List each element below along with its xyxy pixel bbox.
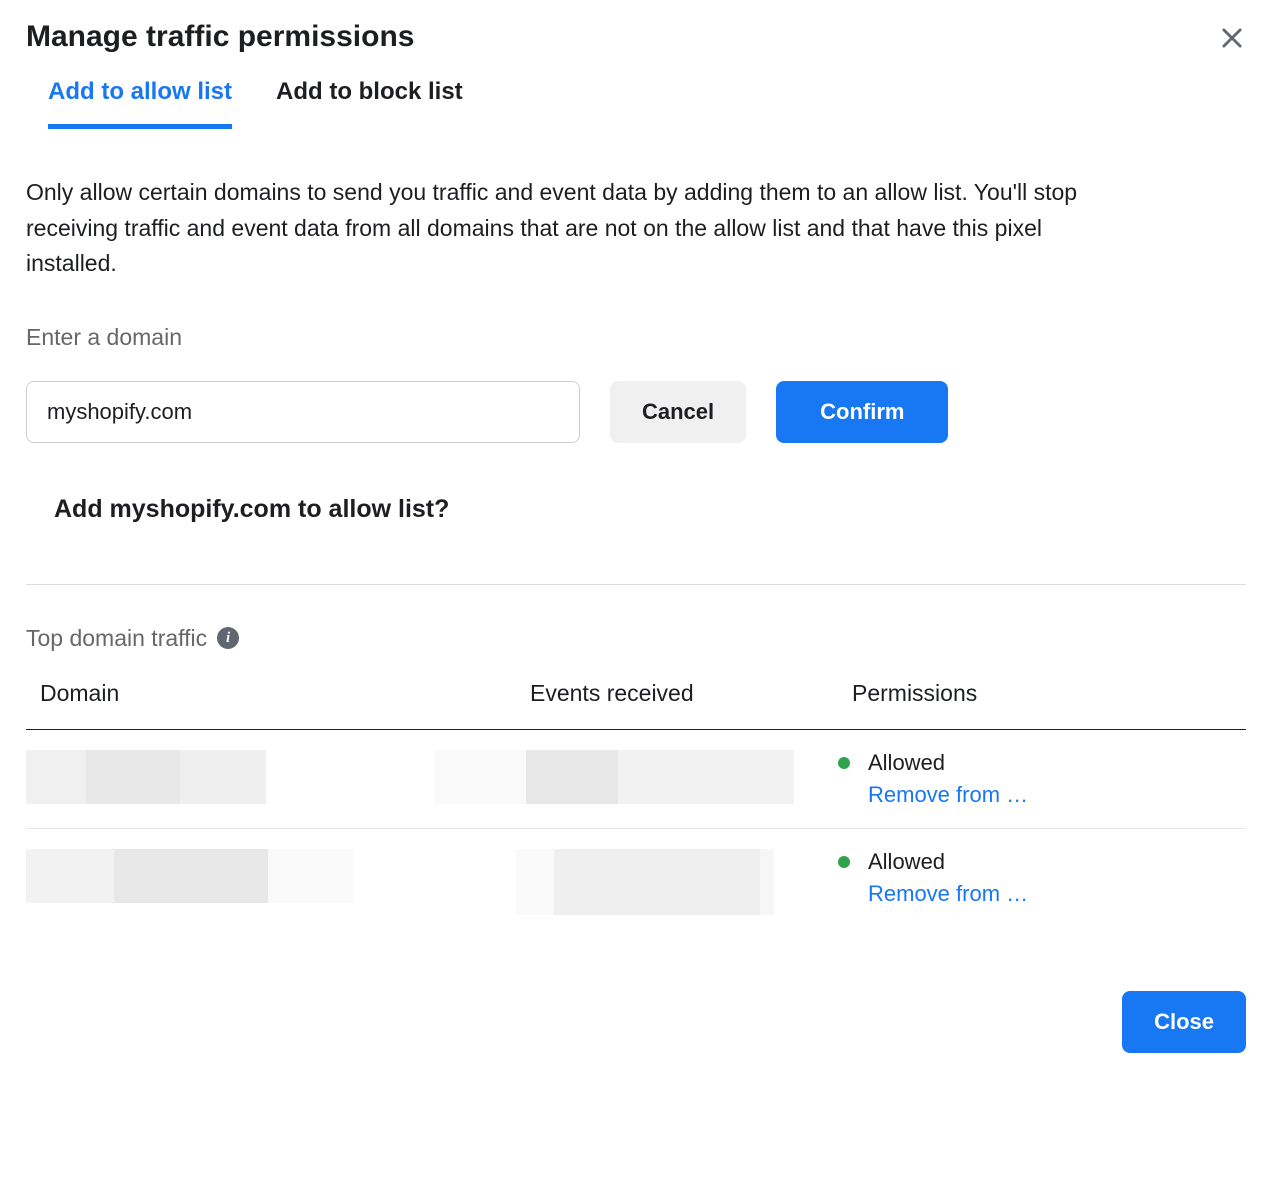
tab-bar: Add to allow list Add to block list [48,78,1246,129]
status-dot-icon [838,757,850,769]
col-header-permissions: Permissions [852,680,1232,707]
description-text: Only allow certain domains to send you t… [26,175,1086,282]
dialog-title: Manage traffic permissions [26,20,414,54]
redacted-events [516,849,838,915]
col-header-domain: Domain [40,680,530,707]
permission-status: Allowed [868,849,945,875]
col-header-events: Events received [530,680,852,707]
tab-allow-list[interactable]: Add to allow list [48,78,232,129]
close-icon[interactable] [1218,24,1246,52]
confirm-prompt-text: Add myshopify.com to allow list? [54,495,1246,524]
close-button[interactable]: Close [1122,991,1246,1053]
divider [26,584,1246,585]
redacted-domain [26,849,516,903]
redacted-events [434,750,838,804]
remove-from-list-link[interactable]: Remove from … [838,881,1232,907]
table-row: Allowed Remove from … [26,829,1246,935]
cancel-button[interactable]: Cancel [610,381,746,443]
domain-field-label: Enter a domain [26,324,1246,351]
tab-block-list[interactable]: Add to block list [276,78,463,129]
info-icon[interactable]: i [217,627,239,649]
permission-status: Allowed [868,750,945,776]
table-header-row: Domain Events received Permissions [26,680,1246,730]
status-dot-icon [838,856,850,868]
top-domain-traffic-label: Top domain traffic [26,625,207,652]
domain-input[interactable] [26,381,580,443]
table-row: Allowed Remove from … [26,730,1246,829]
traffic-table: Domain Events received Permissions Allow… [26,680,1246,935]
confirm-button[interactable]: Confirm [776,381,948,443]
remove-from-list-link[interactable]: Remove from … [838,782,1232,808]
